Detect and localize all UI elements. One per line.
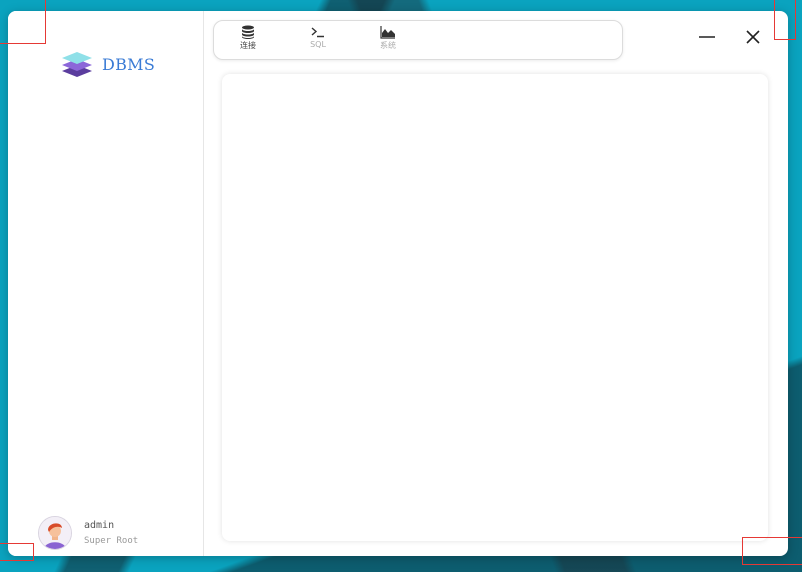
close-button[interactable] — [741, 24, 765, 48]
user-role: Super Root — [84, 536, 139, 546]
app-name: DBMS — [102, 54, 156, 74]
toolbar-sql-label: SQL — [310, 40, 326, 49]
user-name: admin — [84, 520, 115, 531]
toolbar-system-button[interactable]: 系统 — [368, 25, 408, 51]
terminal-icon — [311, 27, 324, 38]
app-logo: DBMS — [60, 49, 155, 79]
resize-marker-bottom-right — [742, 537, 802, 565]
toolbar: 连接 SQL 系统 — [213, 20, 623, 60]
minimize-icon — [699, 36, 715, 38]
user-info: admin Super Root — [84, 520, 138, 546]
database-icon — [242, 25, 254, 39]
resize-marker-top-left — [0, 0, 46, 44]
user-avatar-icon[interactable] — [38, 516, 72, 550]
resize-marker-bottom-left — [0, 543, 34, 561]
toolbar-system-label: 系统 — [380, 41, 396, 50]
main-content-panel — [222, 74, 768, 541]
close-icon — [746, 30, 760, 44]
toolbar-connect-label: 连接 — [240, 41, 256, 50]
user-profile[interactable]: admin Super Root — [38, 516, 138, 550]
area-chart-icon — [380, 26, 395, 39]
toolbar-sql-button[interactable]: SQL — [298, 25, 338, 49]
app-window: DBMS admin Super Root 连接 SQL 系统 — [8, 11, 788, 556]
layers-icon — [62, 52, 92, 77]
resize-marker-top-right — [774, 0, 796, 40]
toolbar-connect-button[interactable]: 连接 — [228, 25, 268, 51]
minimize-button[interactable] — [695, 24, 719, 48]
sidebar: DBMS admin Super Root — [8, 11, 204, 556]
